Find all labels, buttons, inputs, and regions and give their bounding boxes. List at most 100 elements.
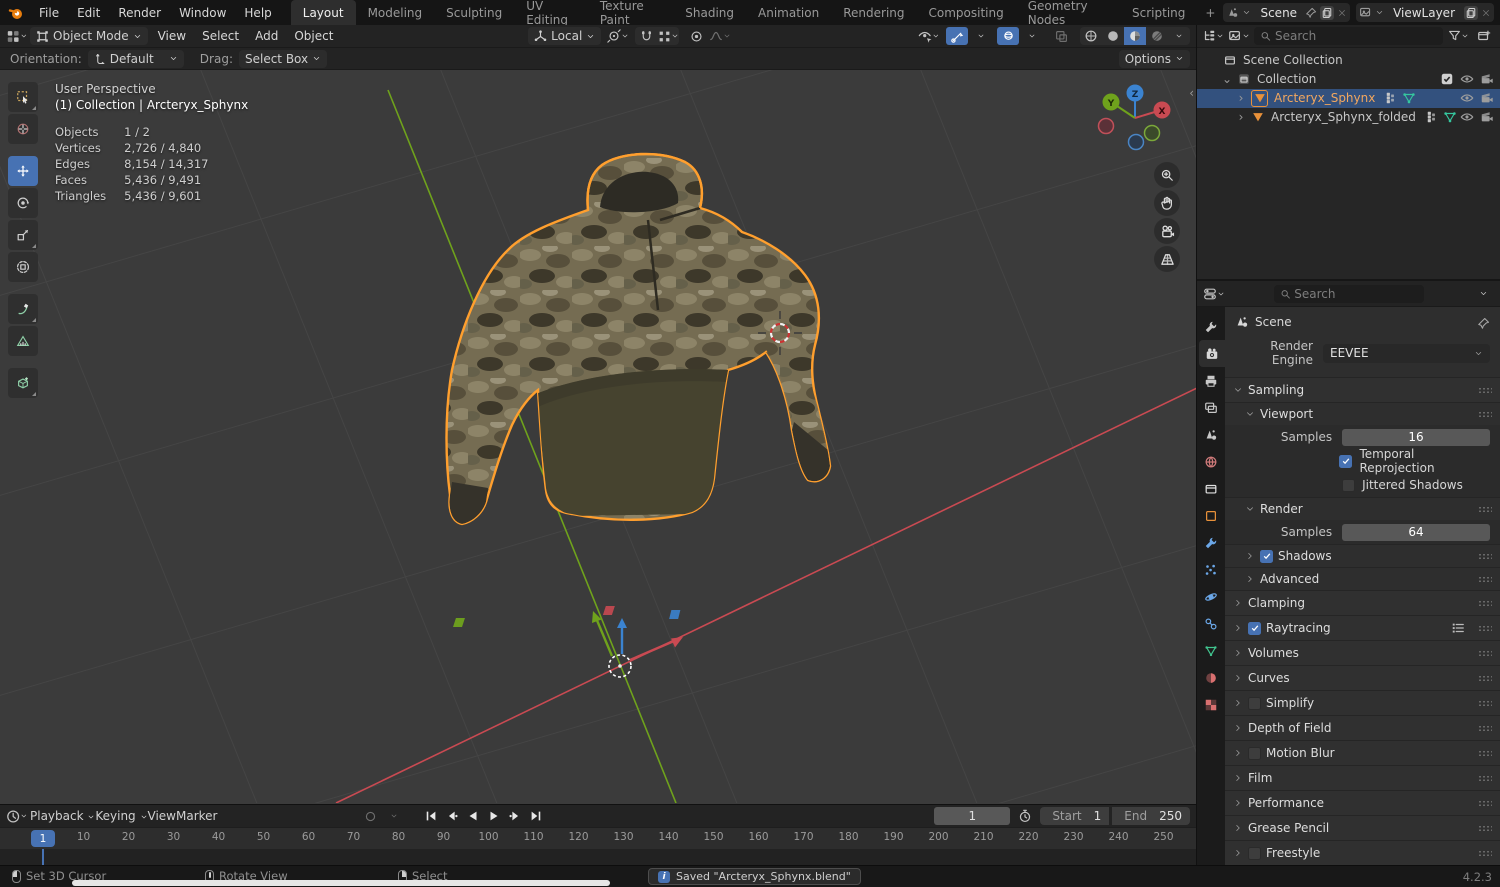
- panel-sampling[interactable]: Sampling: [1225, 377, 1500, 402]
- panel-drag-dots[interactable]: [1478, 575, 1492, 583]
- expand-arrow[interactable]: ⌄: [1220, 72, 1234, 86]
- move-tool-button[interactable]: [8, 156, 38, 186]
- panel-depth-of-field[interactable]: Depth of Field: [1225, 715, 1500, 740]
- camera-view-button[interactable]: [1154, 218, 1180, 244]
- outliner-editor-type-button[interactable]: [1202, 27, 1224, 45]
- viewport-3d[interactable]: User Perspective (1) Collection | Arcter…: [0, 70, 1196, 804]
- panel-drag-dots[interactable]: [1478, 724, 1492, 732]
- play-button[interactable]: [484, 807, 504, 825]
- delete-scene-icon[interactable]: [1337, 8, 1347, 18]
- jump-end-button[interactable]: [526, 807, 546, 825]
- menu-help[interactable]: Help: [235, 6, 280, 20]
- expand-arrow[interactable]: ›: [1234, 91, 1248, 105]
- checkbox[interactable]: [1248, 746, 1261, 760]
- panel-drag-dots[interactable]: [1478, 824, 1492, 832]
- workspace-tab-geometry-nodes[interactable]: Geometry Nodes: [1016, 0, 1120, 27]
- checkbox[interactable]: [1342, 478, 1356, 492]
- checkbox[interactable]: [1339, 454, 1353, 468]
- mode-dropdown[interactable]: Object Mode: [30, 27, 148, 45]
- navigation-gizmo[interactable]: Z Y X: [1092, 78, 1178, 158]
- frame-end-field[interactable]: End 250: [1112, 807, 1190, 825]
- new-collection-button[interactable]: [1473, 27, 1495, 45]
- properties-tab-tool[interactable]: [1197, 313, 1225, 340]
- proportional-editing-toggle[interactable]: [685, 27, 707, 45]
- timeline-editor-type-button[interactable]: [6, 807, 28, 825]
- axis-x-neg-handle[interactable]: [1097, 117, 1115, 135]
- panel-motion-blur[interactable]: Motion Blur: [1225, 740, 1500, 765]
- drag-dropdown[interactable]: Select Box: [238, 49, 328, 68]
- properties-tab-object[interactable]: [1197, 502, 1225, 529]
- panel-drag-dots[interactable]: [1478, 386, 1492, 394]
- panel-drag-dots[interactable]: [1478, 410, 1492, 418]
- panel-freestyle[interactable]: Freestyle: [1225, 840, 1500, 865]
- workspace-tab-modeling[interactable]: Modeling: [356, 0, 435, 25]
- outliner-display-mode-dropdown[interactable]: [1228, 27, 1250, 45]
- outliner-row-collection[interactable]: ⌄ Collection: [1197, 70, 1500, 89]
- scale-tool-button[interactable]: [8, 220, 38, 250]
- viewport-menu-select[interactable]: Select: [194, 29, 247, 43]
- panel-drag-dots[interactable]: [1478, 599, 1492, 607]
- properties-tab-texture[interactable]: [1197, 691, 1225, 718]
- panel-advanced[interactable]: Advanced: [1225, 567, 1500, 590]
- properties-editor-type-button[interactable]: [1203, 285, 1225, 303]
- outliner-search-input[interactable]: [1274, 28, 1437, 43]
- properties-tab-collection[interactable]: [1197, 475, 1225, 502]
- properties-tab-physics[interactable]: [1197, 583, 1225, 610]
- workspace-tab-texture-paint[interactable]: Texture Paint: [588, 0, 673, 27]
- options-dropdown[interactable]: Options: [1118, 49, 1190, 68]
- workspace-tab-compositing[interactable]: Compositing: [917, 0, 1016, 25]
- workspace-tab-sculpting[interactable]: Sculpting: [434, 0, 514, 25]
- pan-hand-button[interactable]: [1154, 190, 1180, 216]
- properties-tab-world[interactable]: [1197, 448, 1225, 475]
- next-keyframe-button[interactable]: [505, 807, 525, 825]
- panel-drag-dots[interactable]: [1478, 624, 1492, 632]
- panel-film[interactable]: Film: [1225, 765, 1500, 790]
- add-workspace-button[interactable]: +: [1197, 0, 1223, 25]
- checkbox[interactable]: [1248, 696, 1261, 710]
- shading-wireframe-button[interactable]: [1080, 27, 1102, 45]
- panel-shadows[interactable]: Shadows: [1225, 544, 1500, 567]
- properties-options-dropdown[interactable]: [1472, 285, 1494, 303]
- rotate-tool-button[interactable]: [8, 188, 38, 218]
- blender-logo-icon[interactable]: [8, 5, 24, 21]
- viewport-menu-add[interactable]: Add: [247, 29, 286, 43]
- menu-file[interactable]: File: [30, 6, 68, 20]
- measure-tool-button[interactable]: [8, 326, 38, 356]
- render-engine-dropdown[interactable]: EEVEE: [1323, 343, 1490, 363]
- scene-selector[interactable]: Scene: [1223, 3, 1351, 22]
- samples-value-field[interactable]: 16: [1342, 428, 1490, 446]
- panel-drag-dots[interactable]: [1478, 674, 1492, 682]
- panel-raytracing[interactable]: Raytracing: [1225, 615, 1500, 640]
- properties-tab-constraints[interactable]: [1197, 610, 1225, 637]
- expand-arrow[interactable]: ›: [1234, 110, 1248, 124]
- samples-value-field[interactable]: 64: [1342, 523, 1490, 541]
- properties-tab-view-layer[interactable]: [1197, 394, 1225, 421]
- prev-keyframe-button[interactable]: [442, 807, 462, 825]
- saved-notification[interactable]: i Saved "Arcteryx_Sphynx.blend": [648, 868, 861, 885]
- auto-keying-dropdown[interactable]: [383, 807, 405, 825]
- outliner-row-scene-collection[interactable]: Scene Collection: [1197, 51, 1500, 70]
- panel-clamping[interactable]: Clamping: [1225, 590, 1500, 615]
- transform-orientation-dropdown[interactable]: Local: [528, 27, 602, 45]
- presets-icon[interactable]: [1451, 621, 1465, 635]
- gizmo-plane-handle[interactable]: [453, 618, 465, 627]
- playhead[interactable]: 1: [31, 830, 55, 847]
- stopwatch-icon[interactable]: [1014, 807, 1036, 825]
- axis-y-neg-handle[interactable]: [1143, 124, 1161, 142]
- pin-icon[interactable]: [1478, 315, 1490, 329]
- panel-grease-pencil[interactable]: Grease Pencil: [1225, 815, 1500, 840]
- orientation-dropdown[interactable]: Default: [87, 49, 184, 68]
- properties-tab-render[interactable]: [1199, 340, 1225, 367]
- timeline-menu-keying[interactable]: Keying: [95, 809, 147, 823]
- properties-tab-data[interactable]: [1197, 637, 1225, 664]
- properties-search[interactable]: [1273, 284, 1424, 303]
- timeline-ruler[interactable]: 1 10 20 30 40 50 60 70 80 90 100 110 120 130 140 150 16…: [0, 827, 1196, 849]
- axis-z-neg-handle[interactable]: [1127, 133, 1145, 151]
- timeline-track[interactable]: [0, 849, 1196, 865]
- panel-drag-dots[interactable]: [1478, 699, 1492, 707]
- workspace-tab-animation[interactable]: Animation: [746, 0, 831, 25]
- current-frame-field[interactable]: 1: [934, 807, 1011, 825]
- jump-start-button[interactable]: [421, 807, 441, 825]
- scene-name[interactable]: Scene: [1254, 6, 1303, 20]
- menu-window[interactable]: Window: [170, 6, 235, 20]
